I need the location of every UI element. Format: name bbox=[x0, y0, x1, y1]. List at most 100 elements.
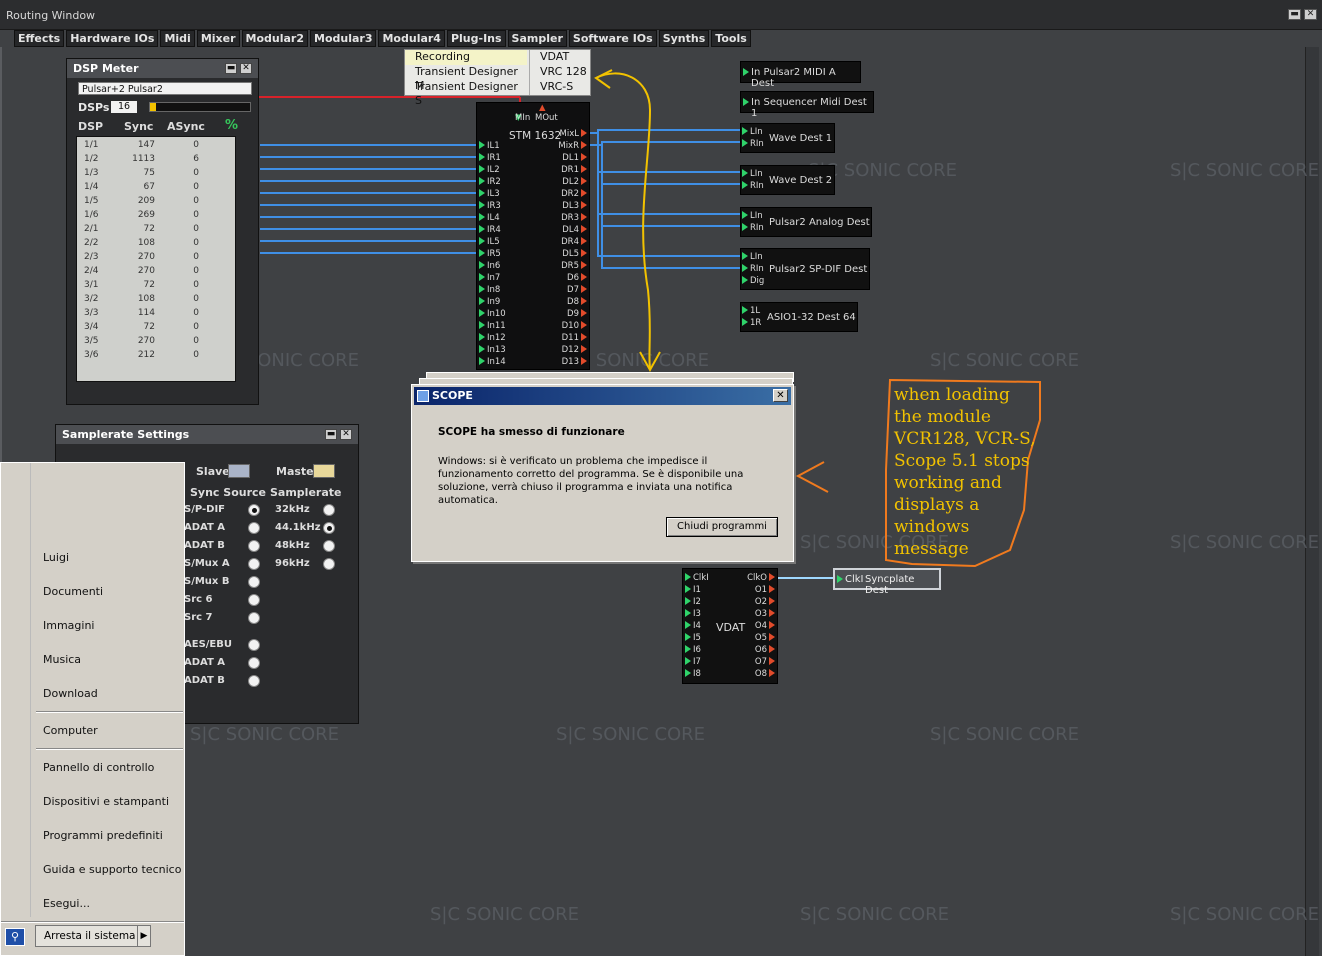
close-icon[interactable]: ✕ bbox=[340, 429, 352, 440]
plugin-item-vdat[interactable]: VDAT bbox=[529, 50, 591, 65]
radio-spdif[interactable] bbox=[248, 504, 260, 516]
input-pin[interactable]: I5 bbox=[685, 633, 709, 645]
output-pin[interactable]: DL3 bbox=[558, 201, 587, 213]
radio-rate-48[interactable] bbox=[323, 540, 335, 552]
pin-in-icon[interactable] bbox=[837, 575, 843, 583]
syncplate-dest[interactable]: ClkI Syncplate Dest bbox=[833, 568, 941, 596]
start-item-guida[interactable]: Guida e supporto tecnico bbox=[43, 863, 181, 876]
start-item-download[interactable]: Download bbox=[43, 687, 98, 700]
output-pin[interactable]: O3 bbox=[747, 609, 775, 621]
pin-out-icon[interactable] bbox=[581, 261, 587, 269]
pin-out-icon[interactable] bbox=[581, 285, 587, 293]
output-pin[interactable]: O1 bbox=[747, 585, 775, 597]
input-pin[interactable]: I4 bbox=[685, 621, 709, 633]
input-pin[interactable]: I7 bbox=[685, 657, 709, 669]
dest-wave1[interactable]: LIn RIn Wave Dest 1 bbox=[740, 123, 835, 153]
radio-src7[interactable] bbox=[248, 612, 260, 624]
output-pin[interactable]: O8 bbox=[747, 669, 775, 681]
dest-wave2[interactable]: LIn RIn Wave Dest 2 bbox=[740, 165, 835, 195]
plugin-item-transient-m[interactable]: Transient Designer M bbox=[405, 65, 527, 92]
output-pin[interactable]: O6 bbox=[747, 645, 775, 657]
pin-in-icon[interactable] bbox=[479, 261, 485, 269]
master-button[interactable] bbox=[313, 464, 335, 478]
pin-out-icon[interactable] bbox=[769, 585, 775, 593]
pin-out-icon[interactable] bbox=[581, 345, 587, 353]
radio-rate-44[interactable] bbox=[323, 522, 335, 534]
pin-out-icon[interactable] bbox=[581, 141, 587, 149]
shutdown-button[interactable]: Arresta il sistema bbox=[35, 925, 151, 947]
pin-out-icon[interactable] bbox=[769, 621, 775, 629]
start-item-luigi[interactable]: Luigi bbox=[43, 551, 69, 564]
output-pin[interactable]: D12 bbox=[558, 345, 587, 357]
pin-in-icon[interactable] bbox=[479, 177, 485, 185]
stm1632-module[interactable]: ▼ ▲ MIn MOut STM 1632 IL1 IR1 IL2 IR2 IL3 IR3… bbox=[476, 102, 590, 370]
output-pin[interactable]: DL5 bbox=[558, 249, 587, 261]
dest-pulsar2-midi[interactable]: In Pulsar2 MIDI A Dest bbox=[740, 61, 861, 89]
pin-out-icon[interactable] bbox=[581, 321, 587, 329]
pin-in-icon[interactable] bbox=[479, 321, 485, 329]
start-item-pannello[interactable]: Pannello di controllo bbox=[43, 761, 154, 774]
pin-in-icon[interactable] bbox=[479, 237, 485, 245]
pin-in-icon[interactable] bbox=[479, 297, 485, 305]
pin-in-icon[interactable] bbox=[685, 597, 691, 605]
radio-src6[interactable] bbox=[248, 594, 260, 606]
output-pin[interactable]: O5 bbox=[747, 633, 775, 645]
chevron-right-icon[interactable]: ▶ bbox=[137, 926, 150, 946]
pin-out-icon[interactable] bbox=[581, 249, 587, 257]
dest-pulsar2-spdif[interactable]: LIn RIn Dig Pulsar2 SP-DIF Dest bbox=[740, 248, 870, 290]
start-item-programmi[interactable]: Programmi predefiniti bbox=[43, 829, 163, 842]
plugin-item-vrc128[interactable]: VRC 128 bbox=[529, 65, 591, 80]
output-pin[interactable]: DR3 bbox=[558, 213, 587, 225]
output-pin[interactable]: D11 bbox=[558, 333, 587, 345]
pin-out-icon[interactable] bbox=[581, 213, 587, 221]
output-pin[interactable]: D6 bbox=[558, 273, 587, 285]
pin-out-icon[interactable] bbox=[581, 177, 587, 185]
plugin-item-transient-s[interactable]: Transient Designer S bbox=[405, 80, 527, 107]
radio-adat-a[interactable] bbox=[248, 522, 260, 534]
input-pin[interactable]: IR4 bbox=[479, 225, 506, 237]
pin-in-icon[interactable] bbox=[479, 345, 485, 353]
output-pin[interactable]: DL1 bbox=[558, 153, 587, 165]
input-pin[interactable]: IR5 bbox=[479, 249, 506, 261]
output-pin[interactable]: D9 bbox=[558, 309, 587, 321]
pin-in-icon[interactable] bbox=[685, 657, 691, 665]
output-pin[interactable]: DL4 bbox=[558, 225, 587, 237]
input-pin[interactable]: In7 bbox=[479, 273, 506, 285]
slave-button[interactable] bbox=[228, 464, 250, 478]
pin-in-icon[interactable] bbox=[685, 573, 691, 581]
close-programs-button[interactable]: Chiudi programmi bbox=[666, 517, 778, 537]
input-pin[interactable]: In12 bbox=[479, 333, 506, 345]
plugin-item-recording[interactable]: Recording bbox=[405, 50, 527, 65]
start-item-immagini[interactable]: Immagini bbox=[43, 619, 94, 632]
output-pin[interactable]: MixL bbox=[558, 129, 587, 141]
pin-out-icon[interactable] bbox=[581, 201, 587, 209]
output-pin[interactable]: DR4 bbox=[558, 237, 587, 249]
pin-out-icon[interactable] bbox=[581, 237, 587, 245]
input-pin[interactable]: In10 bbox=[479, 309, 506, 321]
pin-out-icon[interactable] bbox=[581, 357, 587, 365]
pin-in-icon[interactable] bbox=[743, 98, 749, 106]
dest-asio[interactable]: 1L 1R ASIO1-32 Dest 64 bbox=[740, 302, 858, 332]
output-pin[interactable]: O2 bbox=[747, 597, 775, 609]
pin-in-icon[interactable] bbox=[685, 645, 691, 653]
pin-in-icon[interactable] bbox=[479, 273, 485, 281]
output-pin[interactable]: D7 bbox=[558, 285, 587, 297]
start-item-esegui[interactable]: Esegui... bbox=[43, 897, 90, 910]
input-pin[interactable]: ClkI bbox=[685, 573, 709, 585]
input-pin[interactable]: IR2 bbox=[479, 177, 506, 189]
pin-out-icon[interactable] bbox=[581, 333, 587, 341]
input-pin[interactable]: IL4 bbox=[479, 213, 506, 225]
pin-in-icon[interactable] bbox=[685, 585, 691, 593]
pin-out-icon[interactable] bbox=[581, 309, 587, 317]
pin-in-icon[interactable] bbox=[479, 249, 485, 257]
input-pin[interactable]: IL2 bbox=[479, 165, 506, 177]
input-pin[interactable]: IL3 bbox=[479, 189, 506, 201]
pin-out-icon[interactable] bbox=[769, 645, 775, 653]
pin-in-icon[interactable] bbox=[479, 333, 485, 341]
pin-out-icon[interactable] bbox=[581, 153, 587, 161]
pin-in-icon[interactable] bbox=[685, 621, 691, 629]
pin-out-icon[interactable] bbox=[581, 189, 587, 197]
pin-out-icon[interactable] bbox=[769, 609, 775, 617]
input-pin[interactable]: In13 bbox=[479, 345, 506, 357]
pin-in-icon[interactable] bbox=[479, 153, 485, 161]
